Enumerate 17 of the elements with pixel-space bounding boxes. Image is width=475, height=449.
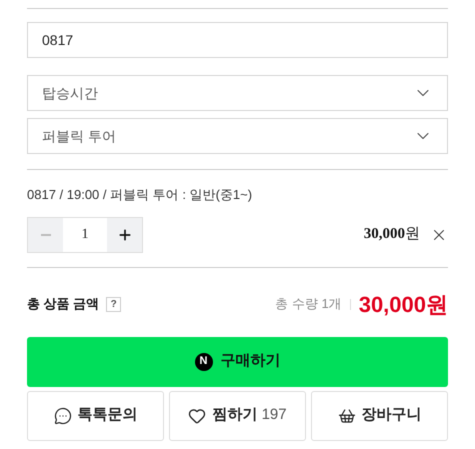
total-price: 30,000원 — [358, 290, 448, 318]
buy-button[interactable]: N 구매하기 — [27, 336, 448, 386]
action-button[interactable]: 장바구니 — [311, 390, 448, 440]
help-button[interactable]: ? — [106, 296, 122, 312]
select-dropdown[interactable]: 탑승시간 — [27, 75, 448, 111]
chat-bubble-icon — [54, 406, 72, 424]
select-dropdown[interactable]: 퍼블릭 투어 — [27, 118, 448, 154]
action-button[interactable]: 찜하기 197 — [169, 390, 306, 440]
action-button[interactable]: 톡톡문의 — [27, 390, 164, 440]
basket-icon — [338, 406, 356, 424]
heart-icon — [188, 406, 206, 424]
total-label: 총 상품 금액 — [27, 295, 100, 314]
option-label: 0817 / 19:00 / 퍼블릭 투어 : 일반(중1~) — [27, 186, 254, 204]
option-price: 30,000원 — [364, 224, 420, 244]
total-count: 총 수량 1개 — [275, 295, 342, 314]
date-field[interactable]: 0817 — [27, 22, 448, 58]
logo-icon: N — [194, 352, 212, 370]
